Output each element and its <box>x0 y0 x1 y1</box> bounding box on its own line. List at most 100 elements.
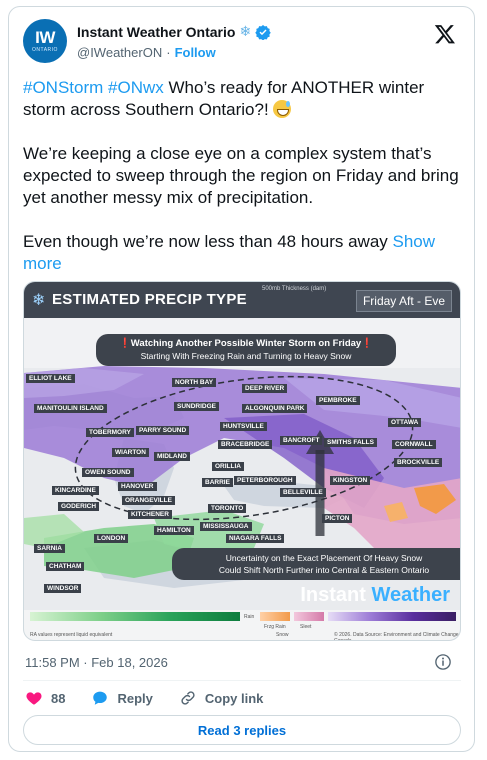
callout-top-subtitle: Starting With Freezing Rain and Turning … <box>140 351 352 361</box>
city-label-picton: PICTON <box>322 514 353 523</box>
tweet-paragraph-3: Even though we’re now less than 48 hours… <box>23 231 463 275</box>
divider <box>23 680 461 681</box>
city-label-goderich: GODERICH <box>58 502 100 511</box>
separator-dot: · <box>166 45 171 60</box>
copy-link-label: Copy link <box>204 690 264 706</box>
legend-sleet-bar <box>294 612 324 621</box>
author-handle[interactable]: @IWeatherON <box>77 45 162 60</box>
read-replies-button[interactable]: Read 3 replies <box>23 715 461 745</box>
city-label-north-bay: NORTH BAY <box>172 378 217 387</box>
like-button[interactable]: 88 <box>25 689 65 707</box>
legend-credit: © 2026. Data Source: Environment and Cli… <box>334 632 459 641</box>
copy-link-button[interactable]: Copy link <box>179 689 264 707</box>
tweet-paragraph-2: We’re keeping a close eye on a complex s… <box>23 144 459 207</box>
callout-bottom-line1: Uncertainty on the Exact Placement Of He… <box>225 553 423 563</box>
author-display-name[interactable]: Instant Weather Ontario <box>77 24 235 40</box>
city-label-orillia: ORILLIA <box>212 462 244 471</box>
city-label-london: LONDON <box>94 534 129 543</box>
avatar[interactable]: IW ONTARIO <box>23 19 67 63</box>
city-label-cornwall: CORNWALL <box>392 440 436 449</box>
legend-snow-label: Snow <box>276 632 289 638</box>
city-label-kingston: KINGSTON <box>330 476 371 485</box>
city-label-midland: MIDLAND <box>154 452 190 461</box>
legend-freezing-bar <box>260 612 290 621</box>
city-label-deep-river: DEEP RIVER <box>242 384 288 393</box>
legend-freezing-label: Frzg Rain <box>264 624 286 630</box>
hashtag-onwx[interactable]: #ONwx <box>108 78 164 97</box>
city-label-algonquin-park: ALGONQUIN PARK <box>242 404 308 413</box>
reply-label: Reply <box>117 690 153 706</box>
exclamation-icon: ❗ <box>118 338 131 349</box>
map-time-label: Friday Aft - Eve <box>355 290 452 312</box>
map-title: ESTIMATED PRECIP TYPE <box>52 291 247 308</box>
city-label-huntsville: HUNTSVILLE <box>220 422 267 431</box>
city-label-sarnia: SARNIA <box>34 544 65 553</box>
tweet-actions: 88 Reply Copy link <box>25 689 289 707</box>
map-legend: Rain Frzg Rain Sleet Snow RA values repr… <box>24 610 460 641</box>
link-icon <box>181 691 195 705</box>
reply-button[interactable]: Reply <box>91 689 153 707</box>
city-label-mississauga: MISSISSAUGA <box>200 522 252 531</box>
avatar-logo-subtext: ONTARIO <box>32 47 58 53</box>
legend-sleet-label: Sleet <box>300 624 312 630</box>
callout-bottom-line2: Could Shift North Further into Central &… <box>218 565 430 575</box>
legend-rain-bar <box>30 612 240 621</box>
snowflake-icon: ❄ <box>239 23 252 39</box>
exclamation-icon-right: ❗ <box>361 338 374 349</box>
city-label-barrie: BARRIE <box>202 478 233 487</box>
author-handle-row: @IWeatherON · Follow <box>77 45 216 60</box>
city-label-tobermory: TOBERMORY <box>86 428 134 437</box>
avatar-logo-text: IW <box>35 28 55 47</box>
reply-bubble-icon <box>93 691 108 705</box>
x-logo-icon[interactable] <box>434 23 456 45</box>
city-label-kitchener: KITCHENER <box>128 510 172 519</box>
city-label-smiths-falls: SMITHS FALLS <box>324 438 377 447</box>
city-label-hamilton: HAMILTON <box>154 526 194 535</box>
city-label-sundridge: SUNDRIDGE <box>174 402 220 411</box>
brand-instant: Instant <box>300 584 372 606</box>
city-label-belleville: BELLEVILLE <box>280 488 326 497</box>
heart-icon <box>26 692 42 705</box>
author-name-row: Instant Weather Ontario ❄ <box>77 23 271 40</box>
callout-top-title-row: ❗Watching Another Possible Winter Storm … <box>106 338 386 350</box>
hashtag-onstorm[interactable]: #ONStorm <box>23 78 103 97</box>
instant-weather-logo: Instant Weather <box>300 584 450 607</box>
tweet-timestamp[interactable]: 11:58 PM · Feb 18, 2026 <box>25 655 168 670</box>
city-label-elliot-lake: ELLIOT LAKE <box>26 374 75 383</box>
tweet-card: IW ONTARIO Instant Weather Ontario ❄ @IW… <box>8 6 475 752</box>
grinning-sweat-emoji-icon <box>273 100 292 118</box>
legend-note: RA values represent liquid equivalent <box>30 632 113 638</box>
city-label-chatham: CHATHAM <box>46 562 85 571</box>
city-label-brockville: BROCKVILLE <box>394 458 443 467</box>
city-label-manitoulin-island: MANITOULIN ISLAND <box>34 404 107 413</box>
city-label-niagara-falls: NIAGARA FALLS <box>226 534 285 543</box>
city-label-peterborough: PETERBOROUGH <box>234 476 296 485</box>
callout-top-title: Watching Another Possible Winter Storm o… <box>130 338 362 349</box>
city-label-wiarton: WIARTON <box>112 448 149 457</box>
city-label-owen-sound: OWEN SOUND <box>82 468 134 477</box>
city-label-hanover: HANOVER <box>118 482 157 491</box>
map-thickness-label: 500mb Thickness (dam) <box>262 286 327 292</box>
legend-snow-bar <box>328 612 456 621</box>
follow-button[interactable]: Follow <box>175 45 216 60</box>
city-label-windsor: WINDSOR <box>44 584 82 593</box>
city-label-bancroft: BANCROFT <box>280 436 323 445</box>
city-label-bracebridge: BRACEBRIDGE <box>218 440 273 449</box>
tweet-body: #ONStorm #ONwx Who’s ready for ANOTHER w… <box>23 77 463 297</box>
legend-rain-label: Rain <box>244 614 255 620</box>
city-label-toronto: TORONTO <box>208 504 247 513</box>
city-label-orangeville: ORANGEVILLE <box>122 496 175 505</box>
map-snowflake-icon: ❄ <box>32 292 46 309</box>
city-label-ottawa: OTTAWA <box>388 418 422 427</box>
tweet-paragraph-1: #ONStorm #ONwx Who’s ready for ANOTHER w… <box>23 77 463 121</box>
brand-weather: Weather <box>371 584 450 606</box>
city-label-pembroke: PEMBROKE <box>316 396 360 405</box>
map-callout-top: ❗Watching Another Possible Winter Storm … <box>96 334 396 366</box>
verified-badge-icon <box>255 24 271 40</box>
like-count: 88 <box>51 690 66 706</box>
map-callout-bottom: Uncertainty on the Exact Placement Of He… <box>172 548 460 580</box>
weather-map-image[interactable]: ❄ ESTIMATED PRECIP TYPE 500mb Thickness … <box>23 281 461 641</box>
tweet-para3-text: Even though we’re now less than 48 hours… <box>23 232 393 251</box>
city-label-kincardine: KINCARDINE <box>52 486 99 495</box>
info-icon[interactable] <box>434 653 452 671</box>
